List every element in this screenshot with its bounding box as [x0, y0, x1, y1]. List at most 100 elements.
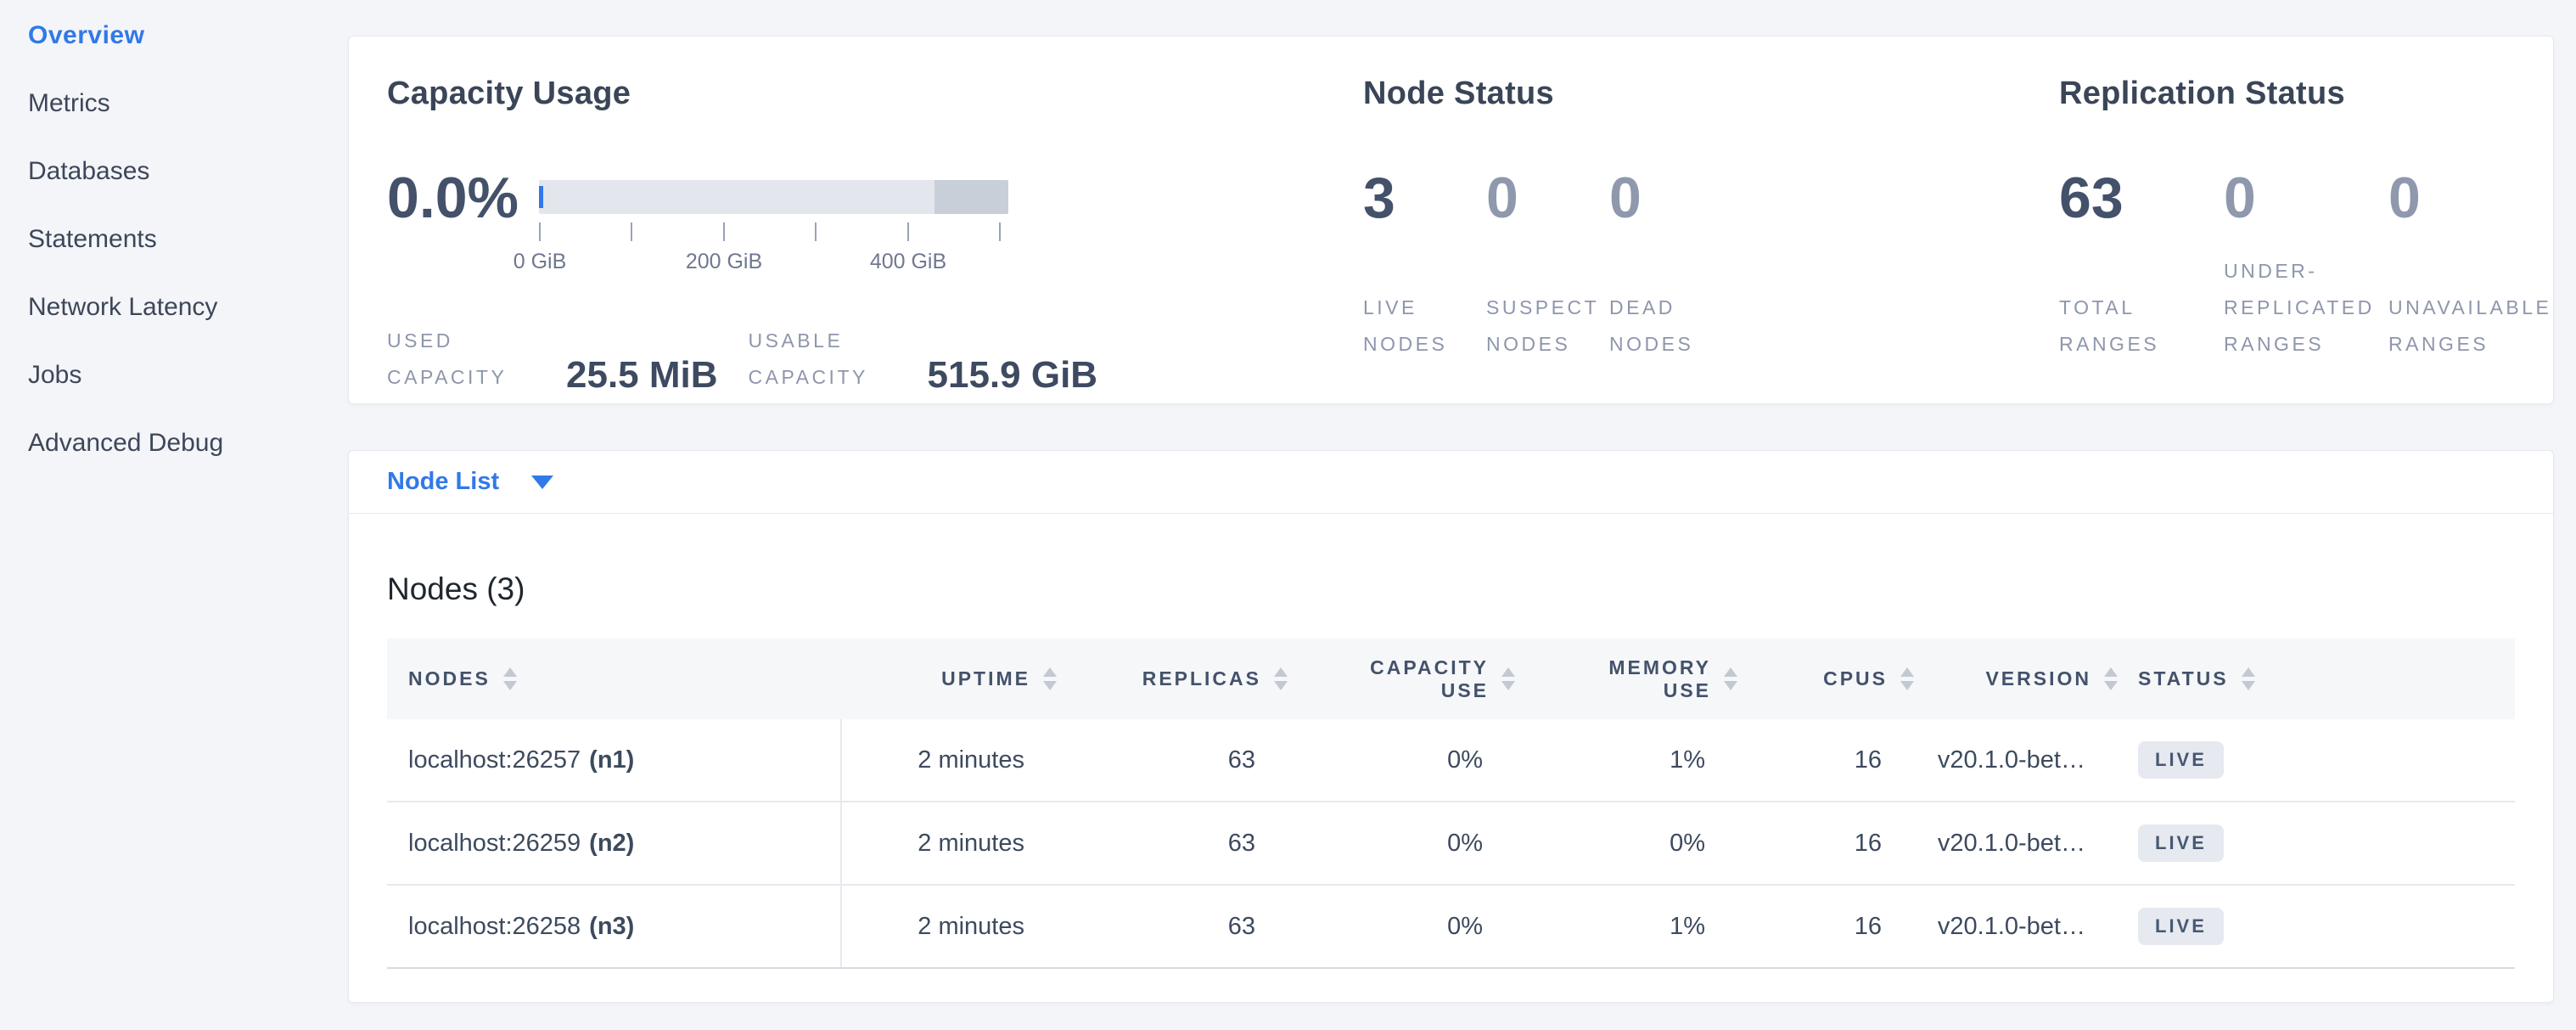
dead-nodes-stat: 0 DEAD NODES — [1609, 165, 1732, 363]
uptime-cell: 2 minutes — [842, 746, 1057, 774]
dead-nodes-label: DEAD NODES — [1609, 290, 1732, 363]
axis-tick — [999, 222, 1001, 241]
node-address-cell[interactable]: localhost:26259 (n2) — [387, 802, 842, 884]
axis-tick — [815, 222, 817, 241]
version-cell: v20.1.0-bet… — [1914, 746, 2118, 774]
uptime-cell: 2 minutes — [842, 830, 1057, 858]
status-badge: LIVE — [2138, 908, 2224, 945]
status-badge: LIVE — [2138, 825, 2224, 862]
suspect-nodes-value: 0 — [1486, 165, 1609, 231]
axis-label-0: 0 GiB — [514, 250, 567, 274]
column-header-version[interactable]: VERSION — [1914, 667, 2118, 690]
status-cell: LIVE — [2118, 908, 2515, 945]
column-header-version-label: VERSION — [1985, 667, 2091, 690]
replicas-cell: 63 — [1057, 830, 1288, 858]
node-status-title: Node Status — [1363, 76, 2021, 112]
nodes-table-header: NODES UPTIME REPLICAS CAPACITY USE — [387, 639, 2515, 719]
sidebar-item-advanced-debug[interactable]: Advanced Debug — [0, 409, 348, 477]
capacity-usage-title: Capacity Usage — [387, 76, 1325, 112]
page: Overview Metrics Databases Statements Ne… — [0, 0, 2576, 1030]
capacity-percent: 0.0% — [387, 165, 519, 289]
memory-use-cell: 1% — [1515, 913, 1737, 941]
node-address: localhost:26258 — [408, 913, 581, 941]
axis-label-200: 200 GiB — [686, 250, 762, 274]
status-cell: LIVE — [2118, 825, 2515, 862]
column-header-capacity-use-label: CAPACITY USE — [1353, 656, 1489, 702]
under-replicated-ranges-stat: 0 UNDER-REPLICATED RANGES — [2224, 165, 2388, 363]
status-badge: LIVE — [2138, 741, 2224, 779]
unavailable-ranges-value: 0 — [2388, 165, 2553, 231]
usable-capacity-value: 515.9 GiB — [928, 357, 1098, 394]
nodes-table-body: localhost:26257 (n1) 2 minutes 63 0% 1% … — [387, 719, 2515, 969]
under-replicated-ranges-label: UNDER-REPLICATED RANGES — [2224, 253, 2388, 363]
replication-status-title: Replication Status — [2059, 76, 2553, 112]
version-cell: v20.1.0-bet… — [1914, 913, 2118, 941]
sort-icon — [1900, 667, 1914, 690]
column-header-status-label: STATUS — [2138, 667, 2229, 690]
replicas-cell: 63 — [1057, 746, 1288, 774]
node-list-dropdown[interactable]: Node List — [349, 451, 2553, 514]
capacity-use-cell: 0% — [1288, 913, 1515, 941]
axis-tick — [631, 222, 632, 241]
sidebar-item-jobs[interactable]: Jobs — [0, 341, 348, 409]
sort-icon — [2104, 667, 2118, 690]
column-header-uptime[interactable]: UPTIME — [842, 667, 1057, 690]
column-header-memory-use[interactable]: MEMORY USE — [1515, 656, 1737, 702]
node-address-cell[interactable]: localhost:26257 (n1) — [387, 719, 842, 801]
node-address-cell[interactable]: localhost:26258 (n3) — [387, 886, 842, 967]
table-row-node-1[interactable]: localhost:26257 (n1) 2 minutes 63 0% 1% … — [387, 719, 2515, 802]
live-nodes-label: LIVE NODES — [1363, 290, 1486, 363]
column-header-capacity-use[interactable]: CAPACITY USE — [1288, 656, 1515, 702]
table-row-node-2[interactable]: localhost:26259 (n2) 2 minutes 63 0% 0% … — [387, 802, 2515, 886]
node-id: (n3) — [589, 913, 634, 941]
main-content: Capacity Usage 0.0% — [348, 0, 2576, 1030]
cluster-summary-card: Capacity Usage 0.0% — [348, 36, 2554, 404]
node-address: localhost:26257 — [408, 746, 581, 774]
axis-tick — [723, 222, 725, 241]
sidebar-item-network-latency[interactable]: Network Latency — [0, 273, 348, 341]
axis-label-400: 400 GiB — [870, 250, 946, 274]
node-status-section: Node Status 3 LIVE NODES 0 SUSPECT NODES… — [1325, 37, 2021, 403]
column-header-replicas-label: REPLICAS — [1142, 667, 1261, 690]
sort-icon — [503, 667, 517, 690]
sidebar-item-statements[interactable]: Statements — [0, 205, 348, 273]
live-nodes-stat: 3 LIVE NODES — [1363, 165, 1486, 363]
memory-use-cell: 1% — [1515, 746, 1737, 774]
node-id: (n2) — [589, 830, 634, 858]
suspect-nodes-label: SUSPECT NODES — [1486, 290, 1609, 363]
version-cell: v20.1.0-bet… — [1914, 830, 2118, 858]
column-header-cpus-label: CPUS — [1823, 667, 1888, 690]
axis-tick — [907, 222, 909, 241]
total-ranges-stat: 63 TOTAL RANGES — [2059, 165, 2224, 363]
dead-nodes-value: 0 — [1609, 165, 1732, 231]
column-header-memory-use-label: MEMORY USE — [1575, 656, 1711, 702]
column-header-cpus[interactable]: CPUS — [1737, 667, 1914, 690]
unavailable-ranges-label: UNAVAILABLE RANGES — [2388, 290, 2553, 363]
sidebar-item-overview[interactable]: Overview — [0, 2, 348, 70]
column-header-nodes[interactable]: NODES — [387, 667, 842, 690]
memory-use-cell: 0% — [1515, 830, 1737, 858]
sort-icon — [1274, 667, 1288, 690]
used-capacity-value: 25.5 MiB — [566, 357, 718, 394]
under-replicated-ranges-value: 0 — [2224, 165, 2388, 231]
replication-status-section: Replication Status 63 TOTAL RANGES 0 UND… — [2021, 37, 2553, 403]
cpus-cell: 16 — [1737, 746, 1914, 774]
node-id: (n1) — [589, 746, 634, 774]
column-header-status[interactable]: STATUS — [2118, 667, 2515, 690]
sort-icon — [2242, 667, 2255, 690]
total-ranges-value: 63 — [2059, 165, 2224, 231]
usable-capacity-stat: USABLE CAPACITY 515.9 GiB — [749, 323, 1098, 396]
replication-status-stats: 63 TOTAL RANGES 0 UNDER-REPLICATED RANGE… — [2059, 165, 2553, 363]
sidebar: Overview Metrics Databases Statements Ne… — [0, 0, 348, 1030]
replicas-cell: 63 — [1057, 913, 1288, 941]
sidebar-item-metrics[interactable]: Metrics — [0, 70, 348, 138]
node-address: localhost:26259 — [408, 830, 581, 858]
uptime-cell: 2 minutes — [842, 913, 1057, 941]
capacity-use-cell: 0% — [1288, 830, 1515, 858]
column-header-nodes-label: NODES — [408, 667, 491, 690]
sidebar-item-databases[interactable]: Databases — [0, 138, 348, 205]
column-header-replicas[interactable]: REPLICAS — [1057, 667, 1288, 690]
table-row-node-3[interactable]: localhost:26258 (n3) 2 minutes 63 0% 1% … — [387, 886, 2515, 969]
capacity-gauge: 0.0% 0 GiB — [387, 165, 1325, 289]
capacity-use-cell: 0% — [1288, 746, 1515, 774]
